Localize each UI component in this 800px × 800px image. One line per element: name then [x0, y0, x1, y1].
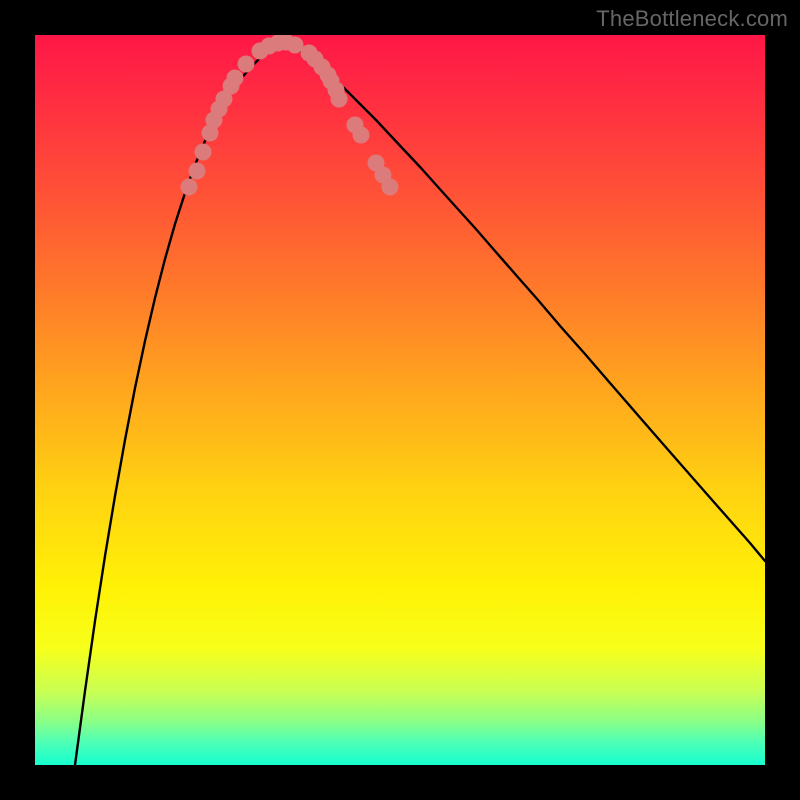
marker-point — [195, 144, 212, 161]
marker-group — [181, 35, 399, 196]
watermark-text: TheBottleneck.com — [596, 6, 788, 32]
curve-left-curve — [75, 42, 283, 765]
marker-point — [331, 91, 348, 108]
plot-area — [35, 35, 765, 765]
marker-point — [227, 70, 244, 87]
curve-group — [75, 42, 765, 765]
curve-layer — [35, 35, 765, 765]
marker-point — [382, 179, 399, 196]
chart-frame: TheBottleneck.com — [0, 0, 800, 800]
marker-point — [189, 163, 206, 180]
marker-point — [353, 127, 370, 144]
marker-point — [181, 179, 198, 196]
marker-point — [238, 56, 255, 73]
